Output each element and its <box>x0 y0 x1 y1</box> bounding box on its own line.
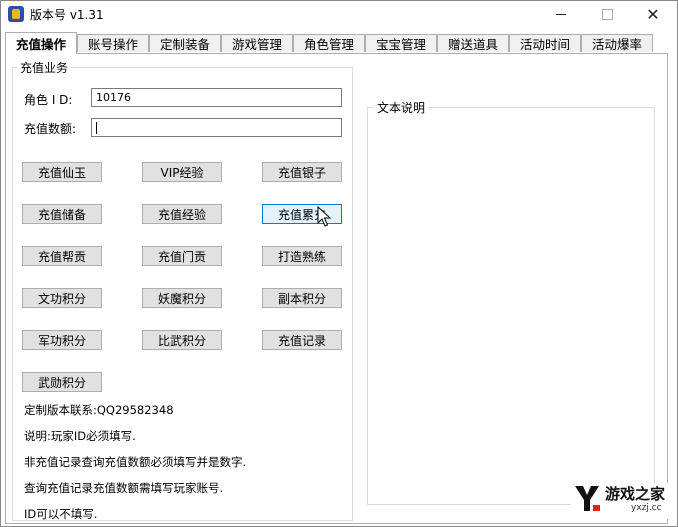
mouse-cursor-icon <box>317 206 332 227</box>
tab-custom-equipment[interactable]: 定制装备 <box>149 34 221 52</box>
recharge-reserve-button[interactable]: 充值储备 <box>22 204 102 224</box>
tab-account[interactable]: 账号操作 <box>77 34 149 52</box>
app-window: 版本号 v1.31 ✕ 充值操作 账号操作 定制装备 游戏管理 角色管理 宝宝管… <box>0 0 678 527</box>
tab-role-management[interactable]: 角色管理 <box>293 34 365 52</box>
app-icon <box>8 6 24 22</box>
recharge-records-button[interactable]: 充值记录 <box>262 330 342 350</box>
watermark-name: 游戏之家 <box>605 485 666 503</box>
role-id-input[interactable]: 10176 <box>91 88 342 107</box>
demon-points-button[interactable]: 妖魔积分 <box>142 288 222 308</box>
maximize-button[interactable] <box>584 1 630 28</box>
minimize-button[interactable] <box>538 1 584 28</box>
tab-recharge[interactable]: 充值操作 <box>5 32 77 54</box>
close-button[interactable]: ✕ <box>630 1 676 28</box>
forging-proficiency-button[interactable]: 打造熟练 <box>262 246 342 266</box>
tab-pet-management[interactable]: 宝宝管理 <box>365 34 437 52</box>
recharge-group-title: 充值业务 <box>17 59 72 76</box>
watermark-logo-icon <box>575 486 600 511</box>
role-id-label: 角色 I D: <box>24 93 73 107</box>
tab-gift-items[interactable]: 赠送道具 <box>437 34 509 52</box>
instruction-note-1: 说明:玩家ID必须填写. <box>24 429 136 443</box>
instruction-note-3: 查询充值记录充值数额需填写玩家账号. <box>24 481 224 495</box>
literary-points-button[interactable]: 文功积分 <box>22 288 102 308</box>
instruction-note-2: 非充值记录查询充值数额必须填写并是数字. <box>24 455 247 469</box>
vip-exp-button[interactable]: VIP经验 <box>142 162 222 182</box>
instruction-note-4: ID可以不填写. <box>24 507 98 521</box>
minimize-icon <box>556 14 566 15</box>
amount-label: 充值数额: <box>24 122 77 136</box>
watermark-url: yxzj.cc <box>631 503 662 513</box>
dungeon-points-button[interactable]: 副本积分 <box>262 288 342 308</box>
window-title: 版本号 v1.31 <box>30 8 104 22</box>
tournament-points-button[interactable]: 比武积分 <box>142 330 222 350</box>
tab-game-management[interactable]: 游戏管理 <box>221 34 293 52</box>
amount-input[interactable] <box>91 118 342 137</box>
recharge-exp-button[interactable]: 充值经验 <box>142 204 222 224</box>
military-points-button[interactable]: 军功积分 <box>22 330 102 350</box>
title-bar[interactable]: 版本号 v1.31 ✕ <box>1 1 677 28</box>
merit-points-button[interactable]: 武勋积分 <box>22 372 102 392</box>
tab-event-time[interactable]: 活动时间 <box>509 34 581 52</box>
recharge-sect-contribution-button[interactable]: 充值门贡 <box>142 246 222 266</box>
recharge-silver-button[interactable]: 充值银子 <box>262 162 342 182</box>
recharge-guild-contribution-button[interactable]: 充值帮贡 <box>22 246 102 266</box>
contact-note: 定制版本联系:QQ29582348 <box>24 403 174 417</box>
text-caret <box>96 121 97 134</box>
close-icon: ✕ <box>646 4 660 24</box>
maximize-icon <box>601 9 613 20</box>
recharge-xianyu-button[interactable]: 充值仙玉 <box>22 162 102 182</box>
watermark: 游戏之家 yxzj.cc <box>571 483 675 519</box>
text-description-group <box>367 107 655 505</box>
text-description-title: 文本说明 <box>374 99 429 116</box>
tab-event-drop-rate[interactable]: 活动爆率 <box>581 34 653 52</box>
